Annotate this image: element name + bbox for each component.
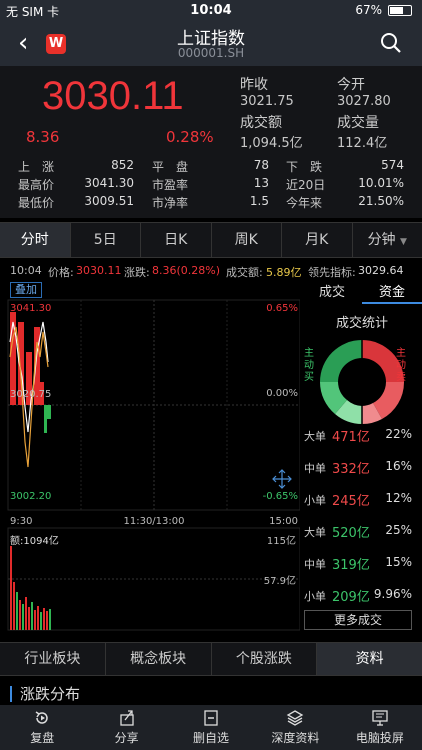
flow-row-small-sell: 小单 209亿 9.96%: [304, 587, 412, 605]
overlay-button[interactable]: 叠加: [10, 282, 42, 298]
status-right: 67%: [355, 3, 412, 17]
info-time: 10:04: [10, 264, 42, 277]
minus-box-icon: [204, 710, 218, 726]
trade-stats-panel: 成交 资金 成交统计 主动买 主动卖 大单 471亿 22% 中单 332亿 16% 小…: [302, 282, 422, 634]
screen-cast-button[interactable]: 电脑投屏: [338, 705, 422, 750]
price-change-pct: 0.28%: [166, 128, 214, 146]
active-sell-label: 主动卖: [396, 348, 406, 383]
tab-funds[interactable]: 资金: [362, 282, 422, 304]
volume-top: 115亿: [267, 534, 296, 547]
price-change: 8.36: [26, 128, 60, 146]
stat-20day: 近20日 10.01%: [286, 176, 404, 192]
flow-row-big-buy: 大单 471亿 22%: [304, 427, 412, 445]
tab-minute[interactable]: 分钟 ▼: [353, 223, 422, 257]
time-start: 9:30: [10, 516, 32, 527]
intraday-chart[interactable]: 3041.30 3020.75 3002.20 0.65% 0.00% -0.6…: [0, 282, 301, 632]
flow-row-mid-sell: 中单 319亿 15%: [304, 555, 412, 573]
battery-percent: 67%: [355, 3, 382, 17]
time-mid: 11:30/13:00: [123, 516, 184, 527]
replay-icon: [35, 711, 48, 724]
tab-daily-k[interactable]: 日K: [141, 223, 212, 257]
pct-mid-label: 0.00%: [266, 388, 298, 399]
volume: 成交量 112.4亿: [337, 115, 388, 151]
prev-close: 昨收 3021.75: [240, 77, 294, 109]
expand-icon[interactable]: [272, 469, 292, 489]
chevron-down-icon: ▼: [400, 237, 407, 247]
deep-info-button[interactable]: 深度资料: [253, 705, 337, 750]
share-button[interactable]: 分享: [84, 705, 168, 750]
chart-period-tabs: 分时 5日 日K 周K 月K 分钟 ▼: [0, 222, 422, 258]
replay-button[interactable]: 复盘: [0, 705, 84, 750]
tab-trades[interactable]: 成交: [302, 282, 362, 304]
section-title: 涨跌分布: [10, 686, 80, 702]
quote-panel: 3030.11 8.36 0.28% 昨收 3021.75 今开 3027.80…: [0, 66, 422, 154]
stat-flat: 平 盘 78: [152, 158, 269, 174]
y-mid-label: 3020.75: [10, 389, 51, 400]
remove-watchlist-button[interactable]: 删自选: [169, 705, 253, 750]
info-lead: 3029.64: [358, 264, 404, 277]
flow-row-small-buy: 小单 245亿 12%: [304, 491, 412, 509]
time-end: 15:00: [269, 516, 298, 527]
flow-row-mid-buy: 中单 332亿 16%: [304, 459, 412, 477]
turnover: 成交额 1,094.5亿: [240, 115, 303, 151]
chart-svg: 3041.30 3020.75 3002.20 0.65% 0.00% -0.6…: [7, 299, 301, 631]
stat-down: 下 跌 574: [286, 158, 404, 174]
stat-high: 最高价 3041.30: [18, 176, 134, 192]
active-buy-label: 主动买: [304, 348, 314, 383]
status-bar: 无 SIM 卡 10:04 67%: [0, 0, 422, 22]
y-top-label: 3041.30: [10, 303, 51, 314]
stat-pe: 市盈率 13: [152, 176, 269, 192]
stat-low: 最低价 3009.51: [18, 194, 134, 210]
bottom-toolbar: 复盘 分享 删自选 深度资料 电脑投屏: [0, 705, 422, 750]
volume-mid: 57.9亿: [264, 574, 296, 587]
open-price: 今开 3027.80: [337, 77, 391, 109]
info-amt: 5.89亿: [266, 266, 302, 279]
info-price-label: 价格:: [48, 266, 74, 279]
pct-top-label: 0.65%: [266, 303, 298, 314]
chart-info-bar: 10:04 价格: 3030.11 涨跌: 8.36(0.28%) 成交额: 5…: [0, 262, 422, 280]
info-lead-label: 领先指标:: [308, 266, 356, 279]
side-tabs: 成交 资金: [302, 282, 422, 304]
battery-icon: [388, 4, 412, 16]
stat-up: 上 涨 852: [18, 158, 134, 174]
info-tabs: 行业板块 概念板块 个股涨跌 资料: [0, 642, 422, 676]
share-icon: [119, 710, 134, 726]
search-icon[interactable]: [380, 32, 402, 54]
tab-concept[interactable]: 概念板块: [106, 643, 212, 675]
more-trades-button[interactable]: 更多成交: [304, 610, 412, 630]
tab-industry[interactable]: 行业板块: [0, 643, 106, 675]
tab-intraday[interactable]: 分时: [0, 223, 71, 257]
tab-stock-change[interactable]: 个股涨跌: [212, 643, 318, 675]
stat-ytd: 今年来 21.50%: [286, 194, 404, 210]
info-chg-label: 涨跌:: [124, 266, 150, 279]
stock-code: 000001.SH: [177, 46, 245, 60]
tab-profile[interactable]: 资料: [317, 643, 422, 675]
tab-5day[interactable]: 5日: [71, 223, 141, 257]
nav-bar: ‹ W 上证指数 000001.SH: [0, 22, 422, 66]
y-bot-label: 3002.20: [10, 491, 51, 502]
volume-label: 额:1094亿: [10, 534, 59, 547]
info-price: 3030.11: [76, 264, 122, 277]
volume-bars: [10, 546, 51, 630]
current-price: 3030.11: [42, 74, 184, 118]
pct-bot-label: -0.65%: [263, 491, 298, 502]
flow-row-big-sell: 大单 520亿 25%: [304, 523, 412, 541]
stat-pb: 市净率 1.5: [152, 194, 269, 210]
tab-weekly-k[interactable]: 周K: [212, 223, 282, 257]
info-amt-label: 成交额:: [226, 266, 263, 279]
info-chg: 8.36(0.28%): [152, 264, 221, 277]
tab-monthly-k[interactable]: 月K: [282, 223, 353, 257]
monitor-icon: [372, 710, 388, 726]
stats-grid: 上 涨 852 平 盘 78 下 跌 574 最高价 3041.30 市盈率 13 近20…: [0, 154, 422, 218]
layers-icon: [287, 710, 304, 726]
